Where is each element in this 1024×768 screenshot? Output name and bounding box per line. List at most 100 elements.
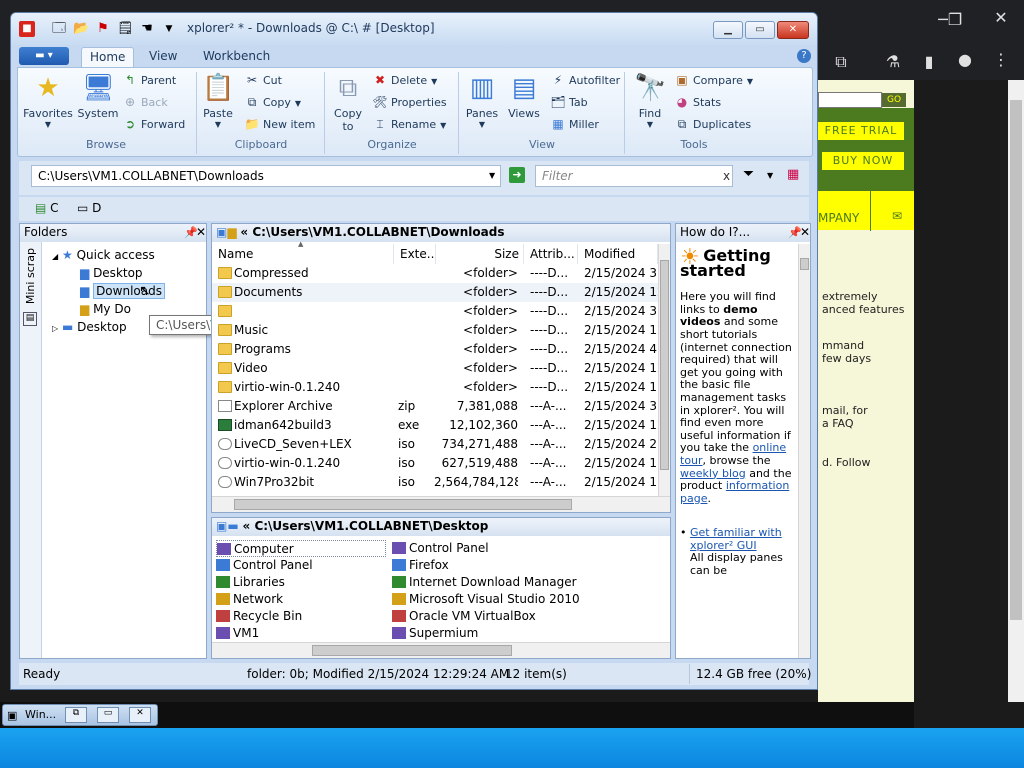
app-logo-icon[interactable]: ■ [19,21,35,37]
close-icon[interactable]: ✕ [800,225,810,239]
collapse-icon[interactable]: ▷ [52,324,58,333]
desktop-hscrollbar[interactable] [212,642,670,658]
table-row[interactable]: LiveCD_Seven+LEX iso 734,271,488 ---A-... 2/… [212,435,658,454]
address-input[interactable]: C:\Users\VM1.COLLABNET\Downloads [31,165,501,187]
tree-item-desktop[interactable]: ▆ Desktop [80,264,143,282]
qat-dropdown-icon[interactable]: ▼ [161,21,177,37]
free-trial-button[interactable]: FREE TRIAL [818,122,904,140]
tab-workbench[interactable]: Workbench [195,47,278,67]
minimize-button[interactable]: ▁ [713,21,743,39]
gui-link[interactable]: Get familiar with xplorer² GUI [690,526,782,552]
weekly-blog-link[interactable]: weekly blog [680,467,746,480]
compare-button[interactable]: ▣ Compare ▼ [674,70,753,90]
table-row[interactable]: Programs <folder> ----D... 2/15/2024 4:0 [212,340,658,359]
system-button[interactable]: 🖥 System [76,72,120,120]
sidebar-icon[interactable]: ▮ [914,52,944,71]
extension-icon[interactable]: ⧉ [826,52,856,72]
list-item[interactable]: Network [216,591,283,608]
stats-button[interactable]: ◕ Stats [674,92,721,112]
buy-now-button[interactable]: BUY NOW [822,152,904,170]
tree-item-desktop-root[interactable]: ▷ ▬ Desktop [52,318,127,336]
tab-view[interactable]: View [141,47,185,67]
list-item[interactable]: Libraries [216,574,285,591]
table-row[interactable]: Explorer Archive zip 7,381,088 ---A-... 2/15… [212,397,658,416]
table-row[interactable]: <folder> ----D... 2/15/2024 3:5 [212,302,658,321]
duplicates-button[interactable]: ⧉ Duplicates [674,114,751,134]
back-button[interactable]: ⊕ Back [122,92,168,112]
list-item[interactable]: Control Panel [216,557,313,574]
howto-vscrollbar[interactable] [798,244,810,658]
file-list-hscrollbar[interactable] [212,496,670,512]
scrap-icon[interactable]: ▤ [23,312,37,326]
close-icon[interactable]: ✕ [196,225,206,239]
flask-icon[interactable]: ⚗ [878,52,908,71]
list-item[interactable]: Computer [216,540,386,557]
close-icon[interactable]: ✕ [986,8,1016,27]
find-button[interactable]: 🔭 Find ▼ [630,72,670,129]
column-attrib[interactable]: Attrib... [524,244,578,264]
properties-button[interactable]: 🛠 Properties [372,92,446,112]
table-row[interactable]: Music <folder> ----D... 2/15/2024 12 [212,321,658,340]
delete-button[interactable]: ✖ Delete ▼ [372,70,437,90]
scroll-thumb[interactable] [660,260,669,470]
tree-item-downloads[interactable]: ▆ Downloads [80,282,165,300]
rename-button[interactable]: ⌶ Rename ▼ [372,114,446,134]
favorites-button[interactable]: ★ Favorites ▼ [22,72,74,129]
table-row[interactable]: Documents <folder> ----D... 2/15/2024 12 [212,283,658,302]
list-item[interactable]: Supermium [392,625,478,642]
tree-item-quick-access[interactable]: ◢ ★ Quick access [52,246,155,264]
mini-scrap-tab[interactable]: Mini scrap [24,248,37,304]
color-grid-icon[interactable]: ▦ [787,167,799,182]
list-item[interactable]: Recycle Bin [216,608,302,625]
file-list-vscrollbar[interactable] [658,244,670,496]
column-ext[interactable]: Exte... [394,244,436,264]
open-folder-icon[interactable]: 📂 [73,21,89,37]
filter-dropdown-icon[interactable]: ▼ [767,171,773,180]
close-icon[interactable]: ✕ [129,707,151,723]
go-arrow-icon[interactable]: ➜ [509,167,525,183]
column-size[interactable]: Size [436,244,524,264]
column-modified[interactable]: Modified [578,244,658,264]
profile-icon[interactable]: ● [950,50,980,69]
cut-button[interactable]: ✂ Cut [244,70,282,90]
expand-icon[interactable]: ◢ [52,252,58,261]
filter-clear-button[interactable]: x [723,169,730,183]
notes-icon[interactable]: 🗒 [117,21,134,37]
company-link[interactable]: MPANY [818,211,859,225]
tab-button[interactable]: 🗂 Tab [550,92,587,112]
list-item[interactable]: Microsoft Visual Studio 2010 [392,591,580,608]
hand-icon[interactable]: ☚ [139,21,155,37]
tab-home[interactable]: Home [81,47,135,67]
parent-button[interactable]: ↰ Parent [122,70,176,90]
list-item[interactable]: VM1 [216,625,259,642]
taskbar-window-item[interactable]: ▣ Win... ⧉ ▭ ✕ [2,704,158,726]
autofilter-button[interactable]: ⚡ Autofilter [550,70,620,90]
views-button[interactable]: ▤ Views [504,72,544,120]
panes-button[interactable]: ▥ Panes ▼ [462,72,502,129]
address-dropdown-icon[interactable]: ▼ [489,171,495,180]
tree-item-my-documents[interactable]: ▆ My Do [80,300,131,318]
table-row[interactable]: virtio-win-0.1.240 <folder> ----D... 2/15/2… [212,378,658,397]
restore-icon[interactable]: ❐ [940,10,970,29]
go-button[interactable]: GO [882,93,906,107]
browser-search-input[interactable] [818,92,882,108]
new-item-button[interactable]: 📁 New item [244,114,316,134]
flag-icon[interactable]: ⚑ [95,21,111,37]
list-item[interactable]: Internet Download Manager [392,574,577,591]
maximize-icon[interactable]: ▭ [97,707,119,723]
restore-icon[interactable]: ⧉ [65,707,87,723]
copy-to-button[interactable]: ⧉ Copy to [328,72,368,133]
table-row[interactable]: Video <folder> ----D... 2/15/2024 12 [212,359,658,378]
scroll-thumb[interactable] [234,499,572,510]
mail-icon[interactable]: ✉ [892,209,902,223]
miller-button[interactable]: ▦ Miller [550,114,599,134]
list-item[interactable]: Firefox [392,557,449,574]
funnel-icon[interactable]: ⏷ [743,166,754,182]
table-row[interactable]: idman642build3 exe 12,102,360 ---A-... 2/15/… [212,416,658,435]
help-icon[interactable]: ? [797,49,811,63]
scroll-thumb[interactable] [312,645,512,656]
table-row[interactable]: virtio-win-0.1.240 iso 627,519,488 ---A-...… [212,454,658,473]
paste-button[interactable]: 📋 Paste ▼ [200,72,236,129]
new-window-icon[interactable]: 🗔 [51,21,67,37]
filter-input[interactable]: Filter [535,165,733,187]
